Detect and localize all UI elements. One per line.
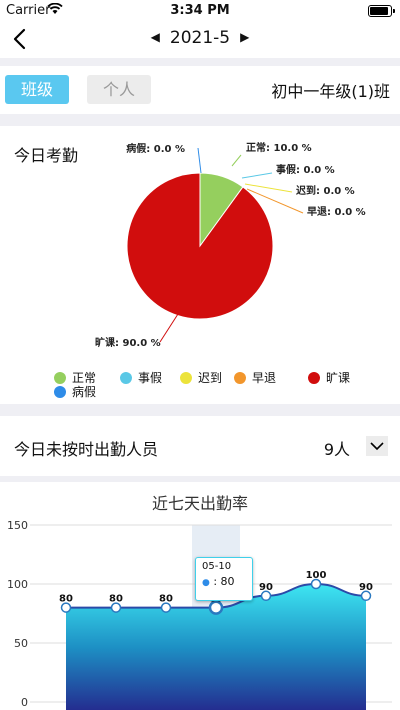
month-navigator: ◀ 2021-5 ▶	[0, 28, 400, 48]
pie-label-5: 病假: 0.0 %	[126, 142, 185, 155]
current-month: 2021-5	[169, 28, 231, 48]
legend-item-2: 迟到	[180, 369, 222, 386]
expand-button[interactable]	[366, 436, 388, 456]
legend-label-3: 早退	[252, 371, 277, 385]
data-label-4: 90	[259, 582, 273, 593]
tooltip-dot-icon: ●	[202, 578, 210, 588]
class-name: 初中一年级(1)班	[271, 82, 390, 101]
attendance-pie-chart: 正常: 10.0 % 事假: 0.0 % 迟到: 0.0 % 早退: 0.0 % 旷课:…	[95, 141, 366, 349]
late-attendance-label: 今日未按时出勤人员	[14, 440, 159, 459]
late-attendance-count: 9人	[323, 440, 350, 459]
data-label-6: 90	[359, 582, 373, 593]
legend-label-2: 迟到	[198, 371, 223, 385]
pie-leader-line-4	[159, 313, 179, 343]
battery-icon	[368, 5, 395, 17]
legend-label-5: 病假	[72, 385, 97, 399]
data-label-5: 100	[306, 570, 327, 581]
clock: 3:34 PM	[170, 3, 230, 18]
navbar: ◀ 2021-5 ▶	[0, 20, 400, 58]
y-tick-label-2: 100	[7, 578, 28, 591]
tooltip-date: 05-10	[202, 561, 232, 572]
data-label-2: 80	[159, 594, 173, 605]
pie-leader-line-5	[197, 147, 202, 174]
legend-label-4: 旷课	[326, 371, 351, 385]
y-tick-label-1: 50	[14, 637, 28, 650]
tab-personal[interactable]: 个人	[87, 75, 151, 104]
attendance-rate-card: 近七天出勤率 050100150808080809010090 05-10 ● …	[0, 482, 400, 710]
status-bar: Carrier 3:34 PM	[0, 0, 400, 20]
attendance-card: 今日考勤 正常: 10.0 % 事假: 0.0 % 迟到: 0.0 % 早退: 0.0…	[0, 126, 400, 404]
pie-label-1: 事假: 0.0 %	[276, 163, 335, 176]
battery-fill	[370, 7, 388, 15]
legend-swatch-4	[308, 372, 320, 384]
legend-item-1: 事假	[120, 369, 162, 386]
y-tick-label-3: 150	[7, 519, 28, 532]
prev-month-button[interactable]: ◀	[141, 30, 170, 44]
pie-label-3: 早退: 0.0 %	[307, 206, 366, 218]
pie-slice-4	[126, 172, 274, 320]
y-tick-label-0: 0	[21, 696, 28, 709]
tooltip-value: : 80	[213, 575, 235, 588]
late-attendance-row[interactable]: 今日未按时出勤人员 9人	[0, 416, 400, 476]
tab-class[interactable]: 班级	[5, 75, 69, 104]
legend-swatch-1	[120, 372, 132, 384]
pie-label-0: 正常: 10.0 %	[246, 141, 312, 154]
data-label-1: 80	[109, 594, 123, 605]
legend-item-3: 早退	[234, 369, 276, 386]
legend-swatch-3	[234, 372, 246, 384]
legend-swatch-2	[180, 372, 192, 384]
tab-row: 班级 个人 初中一年级(1)班	[0, 66, 400, 114]
legend-item-4: 旷课	[308, 369, 350, 386]
pie-leader-line-1	[241, 172, 273, 179]
pie-leader-line-0	[231, 154, 242, 167]
chart-tooltip: 05-10 ● : 80	[195, 557, 253, 601]
data-label-0: 80	[59, 594, 73, 605]
legend-swatch-5	[54, 386, 66, 398]
legend-label-1: 事假	[138, 371, 163, 385]
pie-label-4: 旷课: 90.0 %	[95, 336, 161, 349]
legend-item-5: 病假	[54, 383, 96, 400]
next-month-button[interactable]: ▶	[230, 30, 259, 44]
pie-label-2: 迟到: 0.0 %	[296, 184, 355, 197]
